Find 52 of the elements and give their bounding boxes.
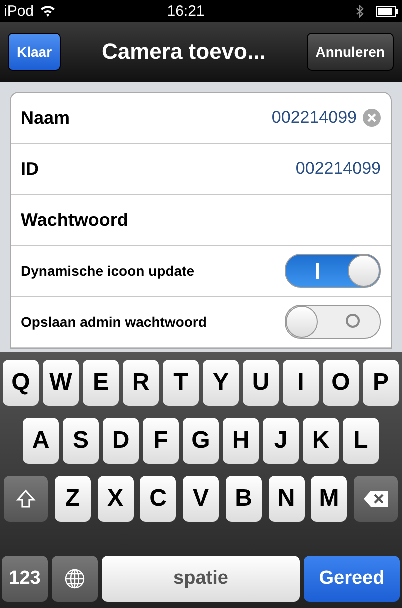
letter-key[interactable]: U: [243, 360, 279, 406]
backspace-icon: [363, 490, 389, 508]
letter-key[interactable]: T: [163, 360, 199, 406]
letter-key[interactable]: O: [323, 360, 359, 406]
battery-icon: [376, 6, 398, 16]
toggle-switch[interactable]: [285, 254, 381, 288]
letter-key[interactable]: P: [363, 360, 399, 406]
nav-title: Camera toevo...: [100, 39, 267, 65]
carrier-label: iPod: [4, 2, 34, 20]
letter-key[interactable]: K: [303, 418, 339, 464]
row-label: Opslaan admin wachtwoord: [21, 314, 208, 330]
letter-key[interactable]: J: [263, 418, 299, 464]
return-key[interactable]: Gereed: [304, 556, 400, 602]
letter-key[interactable]: Y: [203, 360, 239, 406]
letter-key[interactable]: N: [268, 476, 304, 522]
letter-key[interactable]: X: [98, 476, 134, 522]
backspace-key[interactable]: [354, 476, 398, 522]
space-key[interactable]: spatie: [102, 556, 300, 602]
letter-key[interactable]: I: [283, 360, 319, 406]
letter-key[interactable]: W: [43, 360, 79, 406]
row-label: Wachtwoord: [21, 210, 130, 230]
letter-key[interactable]: Z: [54, 476, 91, 522]
wifi-icon: [40, 5, 56, 17]
toggle-switch[interactable]: [285, 305, 381, 339]
row-label: Naam: [21, 108, 72, 128]
letter-key[interactable]: R: [123, 360, 159, 406]
letter-key[interactable]: V: [183, 476, 219, 522]
numbers-key[interactable]: 123: [2, 556, 48, 602]
row-label: Dynamische icoon update: [21, 263, 196, 279]
letter-key[interactable]: Q: [3, 360, 39, 406]
letter-key[interactable]: C: [140, 476, 176, 522]
globe-key[interactable]: [52, 556, 98, 602]
done-button[interactable]: Klaar: [8, 33, 62, 71]
letter-key[interactable]: B: [226, 476, 262, 522]
letter-key[interactable]: F: [143, 418, 179, 464]
letter-key[interactable]: A: [23, 418, 59, 464]
shift-icon: [16, 489, 36, 509]
row-label: ID: [21, 158, 40, 180]
field-value[interactable]: 002214099: [272, 108, 357, 128]
globe-icon: [64, 568, 86, 590]
shift-key[interactable]: [4, 476, 48, 522]
letter-key[interactable]: H: [223, 418, 259, 464]
bluetooth-icon: [356, 4, 364, 18]
letter-key[interactable]: L: [343, 418, 379, 464]
status-time: 16:21: [166, 2, 206, 20]
letter-key[interactable]: E: [83, 360, 119, 406]
letter-key[interactable]: G: [183, 418, 219, 464]
field-value[interactable]: 002214099: [296, 159, 381, 179]
letter-key[interactable]: S: [63, 418, 99, 464]
letter-key[interactable]: D: [103, 418, 139, 464]
cancel-button[interactable]: Annuleren: [306, 33, 394, 71]
letter-key[interactable]: M: [311, 476, 348, 522]
